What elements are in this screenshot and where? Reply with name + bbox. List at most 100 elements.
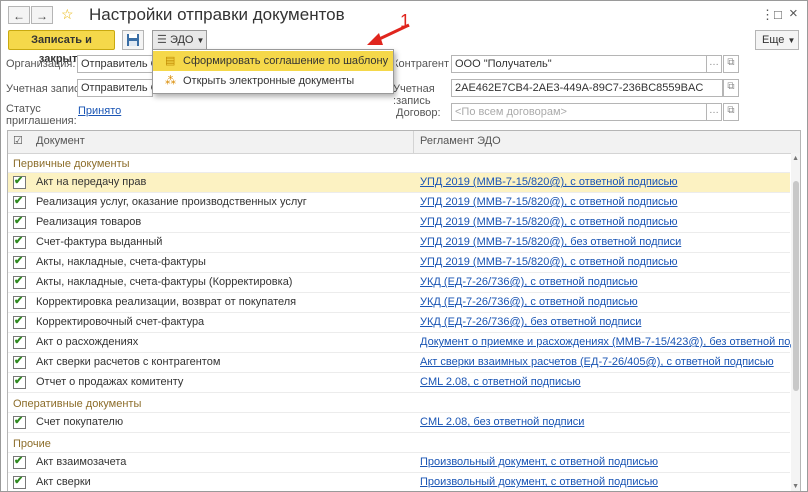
row-checkbox[interactable] — [13, 454, 26, 469]
cp-account-field[interactable]: 2AE462E7CB4-2AE3-449A-89C7-236BC8559BAC — [451, 79, 723, 97]
scroll-up-icon[interactable]: ▲ — [792, 155, 799, 162]
row-checkbox[interactable] — [13, 374, 26, 389]
regulation-link[interactable]: CML 2.08, без ответной подписи — [420, 416, 584, 428]
status-label: Статус приглашения: — [6, 103, 77, 127]
check-all-icon[interactable]: ☑ — [13, 134, 23, 147]
scroll-thumb[interactable] — [793, 181, 799, 391]
group-label: Прочие — [13, 438, 51, 450]
page-title: Настройки отправки документов — [89, 5, 345, 24]
scroll-down-icon[interactable]: ▼ — [792, 483, 799, 490]
status-link[interactable]: Принято — [78, 105, 121, 117]
cp-account-label: Учетная запись: — [393, 83, 435, 107]
menu-item-open-edocs[interactable]: ⁂ Открыть электронные документы — [153, 71, 393, 91]
open-link-icon[interactable]: ⧉ — [723, 103, 739, 121]
close-icon[interactable]: × — [789, 5, 798, 22]
counterparty-field[interactable]: ООО "Получатель" — [451, 55, 707, 73]
table-row[interactable]: Корректировочный счет-фактура УКД (ЕД-7-2… — [8, 313, 790, 333]
document-name: Акт взаимозачета — [36, 456, 127, 468]
table-row[interactable]: Отчет о продажах комитенту CML 2.08, с от… — [8, 373, 790, 393]
row-checkbox[interactable] — [13, 474, 26, 489]
row-checkbox[interactable] — [13, 294, 26, 309]
agreement-icon: ▤ — [165, 55, 176, 67]
forward-button[interactable]: → — [31, 6, 53, 24]
group-label: Оперативные документы — [13, 398, 142, 410]
document-name: Реализация товаров — [36, 216, 142, 228]
table-row[interactable]: Акт на передачу прав УПД 2019 (ММВ-7-15/8… — [8, 173, 790, 193]
table-row[interactable]: Акт сверки Произвольный документ, с ответ… — [8, 473, 790, 491]
regulation-link[interactable]: УПД 2019 (ММВ-7-15/820@), с ответной под… — [420, 176, 678, 188]
select-button[interactable]: … — [706, 103, 722, 121]
table-row[interactable]: Реализация товаров УПД 2019 (ММВ-7-15/820… — [8, 213, 790, 233]
scrollbar[interactable]: ▲ ▼ — [791, 153, 800, 491]
annotation-arrow-icon — [367, 23, 410, 45]
favorite-star-icon[interactable]: ☆ — [61, 6, 74, 23]
regulation-link[interactable]: УКД (ЕД-7-26/736@), с ответной подписью — [420, 276, 638, 288]
organization-field[interactable]: Отправитель ООО — [77, 55, 153, 73]
row-checkbox[interactable] — [13, 194, 26, 209]
regulation-link[interactable]: Документ о приемке и расхождениях (ММВ-7… — [420, 336, 800, 348]
regulation-link[interactable]: УКД (ЕД-7-26/736@), без ответной подписи — [420, 316, 641, 328]
regulation-link[interactable]: УПД 2019 (ММВ-7-15/820@), с ответной под… — [420, 196, 678, 208]
column-header-document[interactable]: Документ — [36, 135, 85, 147]
row-checkbox[interactable] — [13, 274, 26, 289]
account-label: Учетная запись: — [6, 83, 89, 95]
table-row[interactable]: Акты, накладные, счета-фактуры УПД 2019 (… — [8, 253, 790, 273]
table-row[interactable]: Акт о расхождениях Документ о приемке и р… — [8, 333, 800, 353]
edo-dropdown-menu: ▤ Сформировать соглашение по шаблону ⁂ О… — [152, 49, 394, 94]
menu-item-label: Открыть электронные документы — [183, 75, 355, 87]
row-checkbox[interactable] — [13, 354, 26, 369]
document-name: Корректировочный счет-фактура — [36, 316, 205, 328]
row-checkbox[interactable] — [13, 314, 26, 329]
regulation-link[interactable]: УПД 2019 (ММВ-7-15/820@), с ответной под… — [420, 256, 678, 268]
floppy-disk-icon — [127, 34, 139, 46]
document-name: Реализация услуг, оказание производствен… — [36, 196, 307, 208]
save-and-close-button[interactable]: Записать и закрыть — [8, 30, 115, 65]
group-row[interactable]: Прочие — [8, 433, 790, 453]
contract-field[interactable]: <По всем договорам> — [451, 103, 707, 121]
table-row[interactable]: Реализация услуг, оказание производствен… — [8, 193, 790, 213]
more-button[interactable]: Еще ▼ — [755, 30, 799, 50]
regulation-link[interactable]: Произвольный документ, с ответной подпис… — [420, 476, 658, 488]
maximize-icon[interactable]: □ — [774, 7, 782, 22]
table-row[interactable]: Счет покупателю CML 2.08, без ответной по… — [8, 413, 790, 433]
table-row[interactable]: Акт сверки расчетов с контрагентом Акт св… — [8, 353, 790, 373]
group-row[interactable]: Оперативные документы — [8, 393, 790, 413]
regulation-link[interactable]: Произвольный документ, с ответной подпис… — [420, 456, 658, 468]
counterparty-label: Контрагент: — [396, 58, 449, 70]
menu-item-create-agreement[interactable]: ▤ Сформировать соглашение по шаблону — [153, 51, 393, 71]
more-label: Еще — [762, 34, 785, 46]
open-link-icon[interactable]: ⧉ — [723, 79, 739, 97]
group-row[interactable]: Первичные документы — [8, 153, 790, 173]
regulation-link[interactable]: УПД 2019 (ММВ-7-15/820@), с ответной под… — [420, 216, 678, 228]
document-name: Счет-фактура выданный — [36, 236, 163, 248]
row-checkbox[interactable] — [13, 174, 26, 189]
open-link-icon[interactable]: ⧉ — [723, 55, 739, 73]
row-checkbox[interactable] — [13, 414, 26, 429]
table-row[interactable]: Корректировка реализации, возврат от пок… — [8, 293, 790, 313]
regulation-link[interactable]: CML 2.08, с ответной подписью — [420, 376, 581, 388]
table-row[interactable]: Акт взаимозачета Произвольный документ, с… — [8, 453, 790, 473]
edo-menu-button[interactable]: ☰ ЭДО ▼ — [152, 30, 207, 50]
document-name: Отчет о продажах комитенту — [36, 376, 184, 388]
row-checkbox[interactable] — [13, 254, 26, 269]
documents-icon: ⁂ — [165, 75, 176, 87]
organization-label: Организация: — [6, 58, 76, 70]
regulation-link[interactable]: УКД (ЕД-7-26/736@), с ответной подписью — [420, 296, 638, 308]
select-button[interactable]: … — [706, 55, 722, 73]
account-field[interactable]: Отправитель ООО — [77, 79, 153, 97]
row-checkbox[interactable] — [13, 334, 26, 349]
save-button[interactable] — [122, 30, 144, 50]
table-row[interactable]: Счет-фактура выданный УПД 2019 (ММВ-7-15/… — [8, 233, 790, 253]
table-header: ☑ Документ Регламент ЭДО — [8, 131, 800, 154]
group-label: Первичные документы — [13, 158, 130, 170]
table-row[interactable]: Акты, накладные, счета-фактуры (Корректи… — [8, 273, 790, 293]
more-actions-icon[interactable]: ⋮ — [761, 7, 774, 23]
back-button[interactable]: ← — [8, 6, 30, 24]
regulation-link[interactable]: УПД 2019 (ММВ-7-15/820@), без ответной п… — [420, 236, 681, 248]
document-name: Акты, накладные, счета-фактуры — [36, 256, 206, 268]
row-checkbox[interactable] — [13, 234, 26, 249]
document-name: Акт на передачу прав — [36, 176, 147, 188]
regulation-link[interactable]: Акт сверки взаимных расчетов (ЕД-7-26/40… — [420, 356, 774, 368]
row-checkbox[interactable] — [13, 214, 26, 229]
column-header-regulation[interactable]: Регламент ЭДО — [420, 135, 501, 147]
